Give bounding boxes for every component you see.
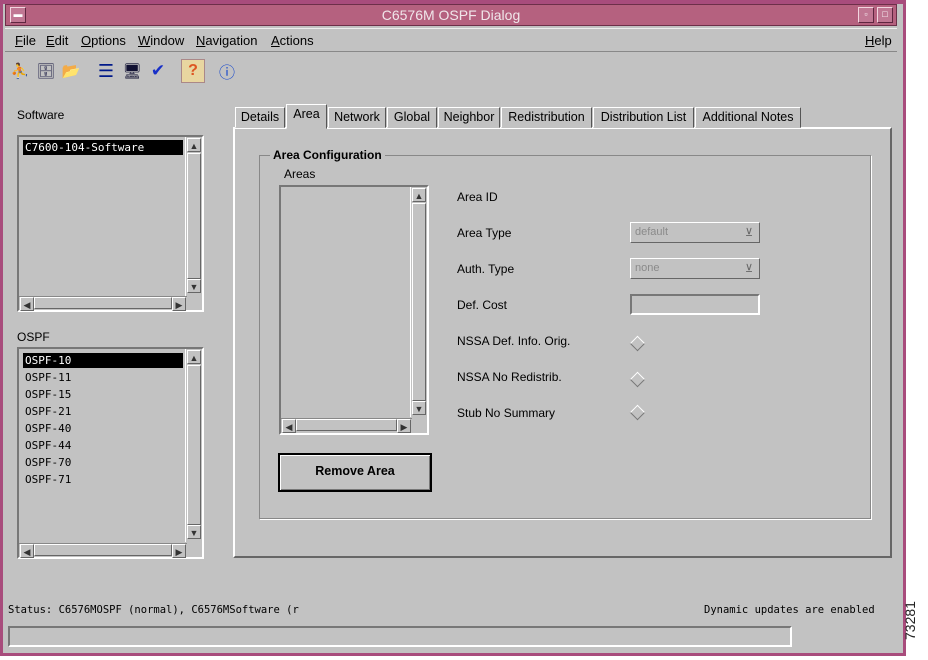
list-item[interactable]: OSPF-44: [23, 438, 183, 453]
list-item[interactable]: OSPF-70: [23, 455, 183, 470]
remove-area-button[interactable]: Remove Area: [278, 453, 432, 492]
stub-no-summary-label: Stub No Summary: [457, 406, 556, 420]
scroll-up-icon[interactable]: ▲: [412, 188, 426, 202]
status-text: Status: C6576MOSPF (normal), C6576MSoftw…: [8, 604, 299, 616]
scroll-left-icon[interactable]: ◀: [282, 419, 296, 433]
database-icon[interactable]: 🗄: [34, 59, 58, 83]
list-item[interactable]: OSPF-11: [23, 370, 183, 385]
area-type-value: default: [635, 226, 669, 238]
scroll-thumb[interactable]: [187, 153, 201, 279]
info-icon[interactable]: ⓘ: [215, 59, 239, 83]
menu-navigation[interactable]: Navigation: [196, 32, 257, 49]
check-icon[interactable]: ✔: [146, 59, 170, 83]
group-title: Area Configuration: [270, 148, 385, 162]
areas-label: Areas: [284, 167, 316, 181]
maximize-icon[interactable]: □: [877, 7, 893, 23]
tab-global[interactable]: Global: [387, 107, 437, 128]
tree-icon[interactable]: ⛹: [8, 59, 32, 83]
tab-distribution-list[interactable]: Distribution List: [593, 107, 694, 128]
tab-network[interactable]: Network: [328, 107, 386, 128]
scroll-up-icon[interactable]: ▲: [187, 138, 201, 152]
folder-open-icon[interactable]: 📂: [59, 59, 83, 83]
menu-actions[interactable]: Actions: [271, 32, 314, 49]
list-item[interactable]: OSPF-40: [23, 421, 183, 436]
software-list[interactable]: C7600-104-Software ▲ ▼ ◀ ▶: [17, 135, 204, 312]
scroll-thumb[interactable]: [187, 365, 201, 525]
scroll-right-icon[interactable]: ▶: [397, 419, 411, 433]
minimize-icon[interactable]: ▫: [858, 7, 874, 23]
dropdown-arrow-icon: ⊻: [744, 227, 753, 239]
list-item[interactable]: OSPF-71: [23, 472, 183, 487]
areas-vscroll[interactable]: ▲ ▼: [410, 187, 427, 417]
help-question-icon[interactable]: ?: [181, 59, 205, 83]
def-cost-label: Def. Cost: [457, 298, 508, 312]
ospf-hscroll[interactable]: ◀ ▶: [19, 543, 187, 558]
ospf-label: OSPF: [17, 330, 50, 344]
tab-area[interactable]: Area: [286, 104, 327, 129]
scroll-thumb[interactable]: [34, 297, 172, 309]
window-menu-icon[interactable]: ▬: [10, 7, 26, 23]
tab-additional-notes[interactable]: Additional Notes: [695, 107, 801, 128]
list-icon[interactable]: ☰: [94, 59, 118, 83]
area-id-label: Area ID: [457, 190, 498, 204]
scroll-down-icon[interactable]: ▼: [412, 401, 426, 415]
scroll-up-icon[interactable]: ▲: [187, 350, 201, 364]
tab-neighbor[interactable]: Neighbor: [438, 107, 500, 128]
auth-type-label: Auth. Type: [457, 262, 515, 276]
software-label: Software: [17, 108, 65, 122]
auth-type-select[interactable]: none ⊻: [630, 258, 760, 279]
list-item[interactable]: OSPF-10: [23, 353, 183, 368]
figure-id: 73281: [902, 601, 918, 640]
software-hscroll[interactable]: ◀ ▶: [19, 296, 187, 311]
status-message-field: [8, 626, 792, 647]
area-type-label: Area Type: [457, 226, 512, 240]
ospf-vscroll[interactable]: ▲ ▼: [185, 349, 202, 542]
ospf-list[interactable]: OSPF-10 OSPF-11 OSPF-15 OSPF-21 OSPF-40 …: [17, 347, 204, 559]
menu-help[interactable]: Help: [865, 32, 892, 49]
menu-window[interactable]: Window: [138, 32, 184, 49]
window-title: C6576M OSPF Dialog: [381, 7, 521, 23]
scroll-thumb[interactable]: [412, 203, 426, 401]
dropdown-arrow-icon: ⊻: [744, 263, 753, 275]
tab-redistribution[interactable]: Redistribution: [501, 107, 592, 128]
scroll-down-icon[interactable]: ▼: [187, 525, 201, 539]
scroll-right-icon[interactable]: ▶: [172, 544, 186, 558]
nssa-def-info-orig-label: NSSA Def. Info. Orig.: [457, 334, 571, 348]
scroll-right-icon[interactable]: ▶: [172, 297, 186, 311]
areas-list[interactable]: ▲ ▼ ◀ ▶: [279, 185, 429, 435]
nssa-no-redistrib-label: NSSA No Redistrib.: [457, 370, 562, 384]
dynamic-updates-status: Dynamic updates are enabled: [704, 604, 875, 616]
auth-type-value: none: [635, 262, 660, 274]
scroll-thumb[interactable]: [34, 544, 172, 556]
menu-bar: File Edit Options Window Navigation Acti…: [5, 28, 897, 52]
list-item[interactable]: C7600-104-Software: [23, 140, 183, 155]
list-item[interactable]: OSPF-15: [23, 387, 183, 402]
areas-hscroll[interactable]: ◀ ▶: [281, 418, 412, 433]
scroll-left-icon[interactable]: ◀: [20, 297, 34, 311]
tab-details[interactable]: Details: [235, 107, 285, 128]
title-bar[interactable]: ▬ C6576M OSPF Dialog ▫ □: [5, 4, 897, 26]
scroll-left-icon[interactable]: ◀: [20, 544, 34, 558]
def-cost-input[interactable]: [630, 294, 760, 315]
scroll-thumb[interactable]: [296, 419, 397, 431]
scroll-down-icon[interactable]: ▼: [187, 279, 201, 293]
area-type-select[interactable]: default ⊻: [630, 222, 760, 243]
menu-options[interactable]: Options: [81, 32, 126, 49]
software-vscroll[interactable]: ▲ ▼: [185, 137, 202, 296]
list-item[interactable]: OSPF-21: [23, 404, 183, 419]
menu-edit[interactable]: Edit: [46, 32, 68, 49]
monitor-icon[interactable]: 🖥: [120, 59, 144, 83]
menu-file[interactable]: File: [15, 32, 36, 49]
